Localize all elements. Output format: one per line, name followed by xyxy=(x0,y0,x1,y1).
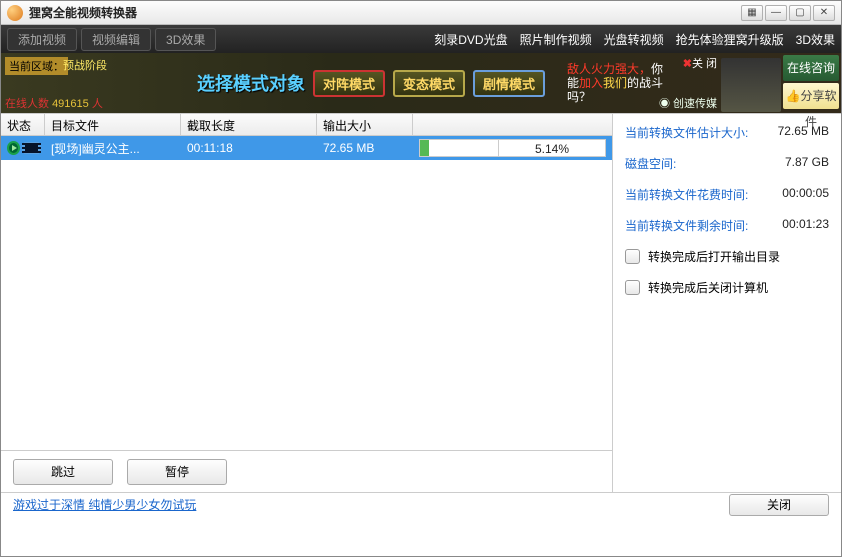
est-size-label: 当前转换文件估计大小: xyxy=(625,124,778,141)
mode-button-2[interactable]: 变态模式 xyxy=(393,70,465,97)
disk-label: 磁盘空间: xyxy=(625,155,785,172)
zone-label: 当前区域： xyxy=(5,57,68,75)
open-output-checkbox[interactable] xyxy=(625,249,640,264)
remain-value: 00:01:23 xyxy=(782,217,829,234)
play-status-icon xyxy=(7,141,20,155)
est-size-value: 72.65 MB xyxy=(778,124,829,141)
promo-text: 敌人火力强大，你 能加入我们的战斗 吗？ xyxy=(561,58,669,108)
window-title: 狸窝全能视频转换器 xyxy=(29,4,739,21)
table-header: 状态 目标文件 截取长度 输出大小 xyxy=(1,114,612,136)
menubar: 添加视频 视频编辑 3D效果 刻录DVD光盘 照片制作视频 光盘转视频 抢先体验… xyxy=(1,25,841,53)
settings-button[interactable]: ▦ xyxy=(741,5,763,21)
cell-length: 00:11:18 xyxy=(181,141,317,155)
menu-link-upgrade[interactable]: 抢先体验狸窝升级版 xyxy=(676,31,784,48)
menu-link-photo-video[interactable]: 照片制作视频 xyxy=(520,31,592,48)
shutdown-label: 转换完成后关闭计算机 xyxy=(648,279,768,296)
3d-effect-button[interactable]: 3D效果 xyxy=(155,28,216,51)
open-output-label: 转换完成后打开输出目录 xyxy=(648,248,780,265)
skip-button[interactable]: 跳过 xyxy=(13,459,113,485)
select-mode-title: 选择模式对象 xyxy=(197,70,305,96)
titlebar: 狸窝全能视频转换器 ▦ — ▢ ✕ xyxy=(1,1,841,25)
progress-percent: 5.14% xyxy=(499,139,606,157)
conversion-list-panel: 状态 目标文件 截取长度 输出大小 [现场]幽灵公主... 00:11:18 7… xyxy=(1,114,613,492)
ad-company: ◉ 创速传媒 xyxy=(659,95,717,111)
share-button[interactable]: 👍分享软件 xyxy=(783,83,839,109)
table-body: [现场]幽灵公主... 00:11:18 72.65 MB 5.14% xyxy=(1,136,612,450)
col-header-size[interactable]: 输出大小 xyxy=(317,114,413,135)
pause-button[interactable]: 暂停 xyxy=(127,459,227,485)
menu-link-3d[interactable]: 3D效果 xyxy=(796,31,835,48)
elapsed-value: 00:00:05 xyxy=(782,186,829,203)
col-header-status[interactable]: 状态 xyxy=(1,114,45,135)
remain-label: 当前转换文件剩余时间: xyxy=(625,217,782,234)
add-video-button[interactable]: 添加视频 xyxy=(7,28,77,51)
col-header-length[interactable]: 截取长度 xyxy=(181,114,317,135)
cell-size: 72.65 MB xyxy=(317,141,413,155)
right-ad: 敌人火力强大，你 能加入我们的战斗 吗？ ✖关 闭 ◉ 创速传媒 在线咨询 👍分… xyxy=(561,53,841,113)
menu-link-disc-to-video[interactable]: 光盘转视频 xyxy=(604,31,664,48)
ad-avatar xyxy=(721,58,781,112)
elapsed-label: 当前转换文件花费时间: xyxy=(625,186,782,203)
app-icon xyxy=(7,5,23,21)
main-area: 状态 目标文件 截取长度 输出大小 [现场]幽灵公主... 00:11:18 7… xyxy=(1,113,841,492)
close-button[interactable]: 关闭 xyxy=(729,494,829,516)
table-row[interactable]: [现场]幽灵公主... 00:11:18 72.65 MB 5.14% xyxy=(1,136,612,160)
shutdown-checkbox[interactable] xyxy=(625,280,640,295)
info-panel: 当前转换文件估计大小:72.65 MB 磁盘空间:7.87 GB 当前转换文件花… xyxy=(613,114,841,492)
video-edit-button[interactable]: 视频编辑 xyxy=(81,28,151,51)
online-count: 在线人数 491615 人 xyxy=(5,95,103,111)
ad-banner: 当前区域： 预战阶段 在线人数 491615 人 选择模式对象 对阵模式 变态模… xyxy=(1,53,841,113)
mode-button-1[interactable]: 对阵模式 xyxy=(313,70,385,97)
mode-button-3[interactable]: 剧情模式 xyxy=(473,70,545,97)
col-header-file[interactable]: 目标文件 xyxy=(45,114,181,135)
film-icon xyxy=(24,142,39,154)
disk-value: 7.87 GB xyxy=(785,155,829,172)
maximize-button[interactable]: ▢ xyxy=(789,5,811,21)
footer-link[interactable]: 游戏过于深情 纯情少男少女勿试玩 xyxy=(13,496,196,513)
close-ad-button[interactable]: ✖关 闭 xyxy=(683,55,717,71)
footer: 游戏过于深情 纯情少男少女勿试玩 关闭 xyxy=(1,492,841,516)
close-window-button[interactable]: ✕ xyxy=(813,5,835,21)
cell-filename: [现场]幽灵公主... xyxy=(45,140,181,157)
col-header-progress xyxy=(413,114,612,135)
minimize-button[interactable]: — xyxy=(765,5,787,21)
bottom-toolbar: 跳过 暂停 xyxy=(1,450,612,492)
consult-button[interactable]: 在线咨询 xyxy=(783,55,839,81)
menu-link-burn-dvd[interactable]: 刻录DVD光盘 xyxy=(434,31,507,48)
progress-cell: 5.14% xyxy=(419,139,606,157)
progress-bar xyxy=(419,139,499,157)
stage-text: 预战阶段 xyxy=(63,57,107,73)
